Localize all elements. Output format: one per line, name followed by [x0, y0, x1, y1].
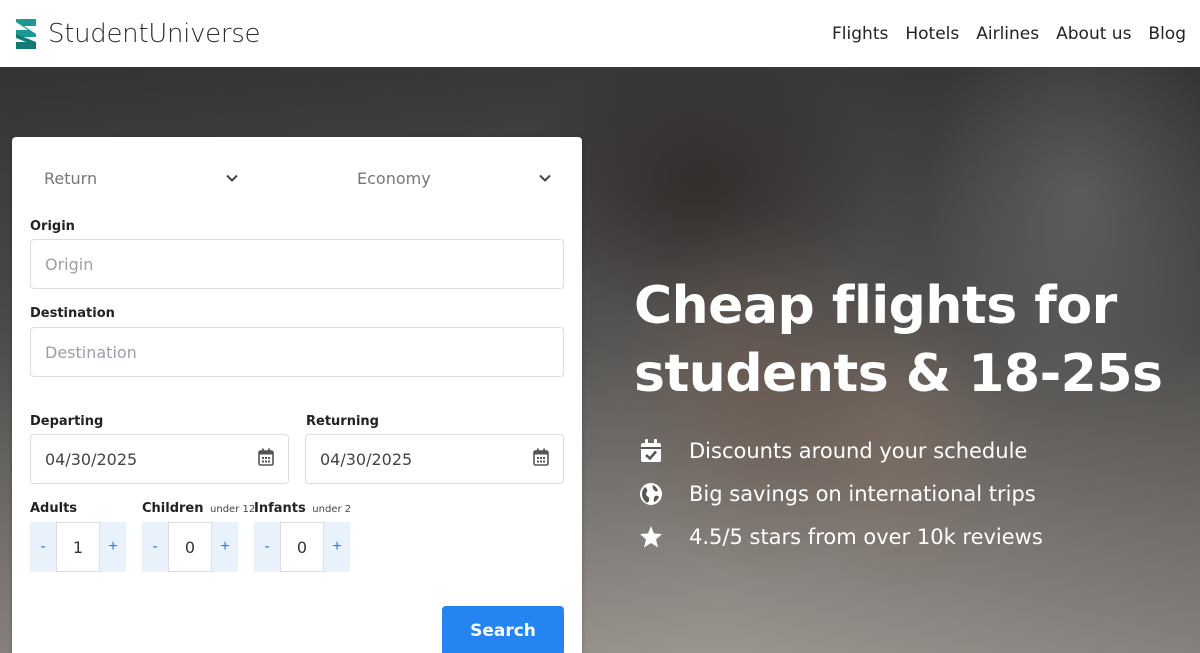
children-age-note: under 12: [210, 504, 256, 515]
infants-count[interactable]: 0: [280, 522, 324, 572]
nav-flights[interactable]: Flights: [832, 24, 888, 44]
adults-decrement-button[interactable]: -: [30, 522, 56, 572]
children-increment-button[interactable]: +: [212, 522, 238, 572]
origin-label: Origin: [30, 219, 75, 234]
children-stepper: - 0 +: [142, 522, 238, 572]
chevron-down-icon: [225, 171, 239, 185]
cabin-class-select[interactable]: Economy: [357, 165, 552, 191]
nav-blog[interactable]: Blog: [1148, 24, 1186, 44]
destination-field[interactable]: [30, 327, 564, 377]
search-button[interactable]: Search: [442, 606, 564, 653]
brand-name: StudentUniverse: [48, 18, 261, 49]
infants-age-note: under 2: [312, 504, 352, 515]
hero-title: Cheap flights for students & 18-25s: [634, 276, 1163, 404]
feature-item: Discounts around your schedule: [638, 429, 1043, 472]
trip-type-select[interactable]: Return: [44, 165, 239, 191]
feature-text: 4.5/5 stars from over 10k reviews: [689, 524, 1043, 549]
children-label: Children under 12: [142, 501, 256, 516]
returning-date-field[interactable]: 04/30/2025: [305, 434, 564, 484]
origin-field[interactable]: [30, 239, 564, 289]
feature-item: 4.5/5 stars from over 10k reviews: [638, 515, 1043, 558]
brand-logo[interactable]: StudentUniverse: [12, 17, 261, 51]
trip-type-value: Return: [44, 168, 98, 188]
departing-label: Departing: [30, 414, 104, 429]
logo-icon: [12, 17, 40, 51]
adults-label: Adults: [30, 501, 78, 516]
flight-search-form: Return Economy Origin Destination Depart…: [12, 137, 582, 653]
infants-label: Infants under 2: [254, 501, 352, 516]
infants-decrement-button[interactable]: -: [254, 522, 280, 572]
adults-count[interactable]: 1: [56, 522, 100, 572]
calendar-check-icon: [638, 438, 664, 464]
adults-increment-button[interactable]: +: [100, 522, 126, 572]
site-header: StudentUniverse Flights Hotels Airlines …: [0, 0, 1200, 67]
adults-stepper: - 1 +: [30, 522, 126, 572]
calendar-icon: [258, 448, 274, 470]
feature-list: Discounts around your schedule Big savin…: [638, 429, 1043, 558]
feature-item: Big savings on international trips: [638, 472, 1043, 515]
children-decrement-button[interactable]: -: [142, 522, 168, 572]
destination-label: Destination: [30, 306, 115, 321]
departing-date-value: 04/30/2025: [45, 449, 138, 469]
infants-stepper: - 0 +: [254, 522, 350, 572]
globe-icon: [638, 481, 664, 507]
nav-hotels[interactable]: Hotels: [905, 24, 959, 44]
origin-input[interactable]: [45, 254, 549, 274]
returning-date-value: 04/30/2025: [320, 449, 413, 469]
infants-increment-button[interactable]: +: [324, 522, 350, 572]
nav-airlines[interactable]: Airlines: [976, 24, 1039, 44]
departing-date-field[interactable]: 04/30/2025: [30, 434, 289, 484]
cabin-class-value: Economy: [357, 168, 431, 188]
nav-about-us[interactable]: About us: [1056, 24, 1131, 44]
main-nav: Flights Hotels Airlines About us Blog: [832, 24, 1186, 44]
calendar-icon: [533, 448, 549, 470]
feature-text: Big savings on international trips: [689, 481, 1036, 506]
star-icon: [638, 524, 664, 550]
feature-text: Discounts around your schedule: [689, 438, 1028, 463]
destination-input[interactable]: [45, 342, 549, 362]
returning-label: Returning: [306, 414, 379, 429]
children-count[interactable]: 0: [168, 522, 212, 572]
chevron-down-icon: [538, 171, 552, 185]
